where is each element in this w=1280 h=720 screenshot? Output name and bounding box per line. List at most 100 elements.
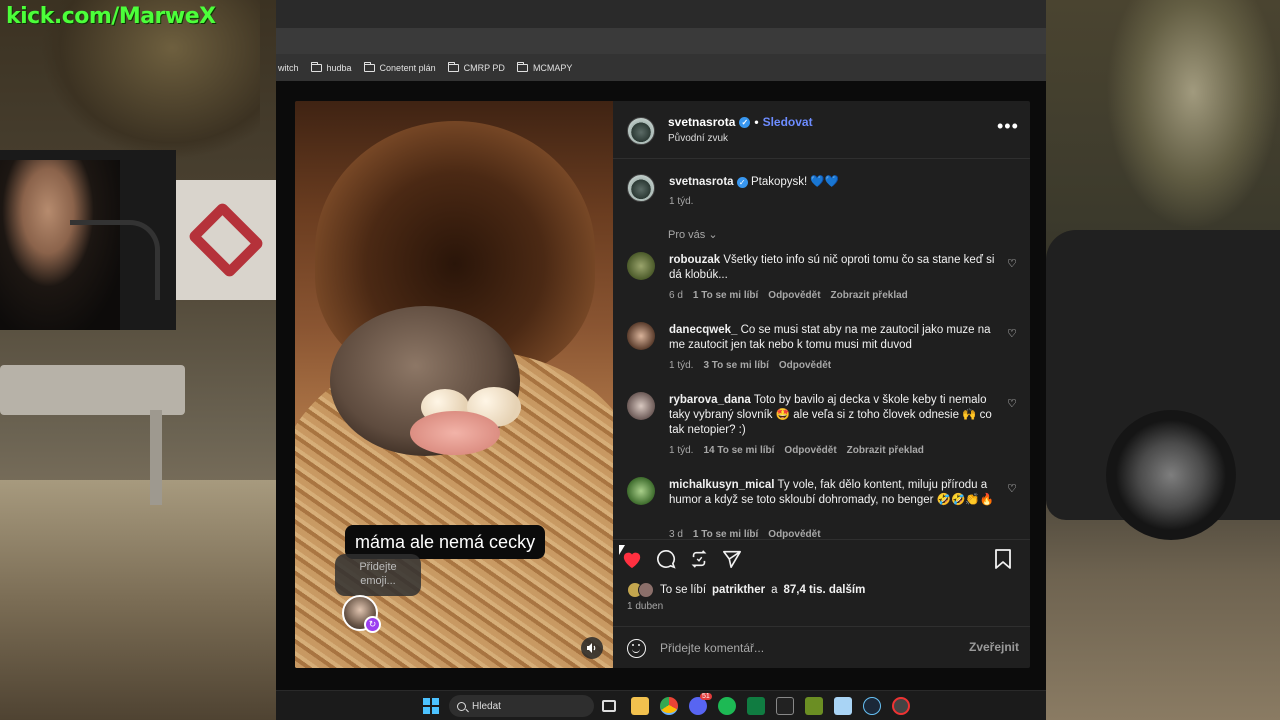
webcam-feed (0, 150, 176, 330)
comment-text: danecqwek_ Co se musi stat aby na me zau… (669, 323, 999, 353)
chrome-icon[interactable] (660, 697, 678, 715)
streamer-url: kick.com/MarweX (6, 4, 216, 29)
comment-likes[interactable]: 1 To se mi líbí (693, 290, 758, 301)
comment-filter-label: Pro vás (668, 229, 706, 241)
comment-likes[interactable]: 14 To se mi líbí (703, 445, 774, 456)
comment-time: 3 d (669, 529, 683, 539)
excel-icon[interactable] (747, 697, 765, 715)
comment-meta: 6 d 1 To se mi líbí Odpovědět Zobrazit p… (669, 290, 908, 301)
liker-avatars (627, 582, 654, 598)
comment-text: robouzak Všetky tieto info sú nič oproti… (669, 253, 999, 283)
task-view-icon[interactable] (602, 700, 616, 712)
ground (0, 480, 276, 720)
commenter-avatar[interactable] (627, 322, 655, 350)
comment-like-icon[interactable]: ♡ (1007, 399, 1017, 410)
bookmark-label: witch (278, 62, 299, 73)
comments-list[interactable]: svetnasrota ✓ Ptakopysk! 💙💙 1 týd. Pro v… (613, 159, 1030, 539)
bookmark-label: CMRP PD (463, 62, 505, 73)
caption-username[interactable]: svetnasrota (669, 176, 734, 188)
post-comment-button[interactable]: Zveřejnit (969, 640, 1019, 654)
bookmark-save-icon[interactable] (991, 547, 1015, 571)
comment-username[interactable]: rybarova_dana (669, 394, 751, 406)
post-date: 1 duben (627, 601, 664, 612)
tab-strip (276, 0, 1046, 28)
bookmark-label: Conetent plán (379, 62, 436, 73)
windows-start-icon[interactable] (423, 698, 439, 714)
app-icon[interactable] (805, 697, 823, 715)
audio-label[interactable]: Původní zvuk (668, 133, 728, 144)
reel-video[interactable]: máma ale nemá cecky Přidejte emoji... ↻ (295, 101, 613, 668)
file-explorer-icon[interactable] (631, 697, 649, 715)
bookmark-label: MCMAPY (532, 62, 573, 73)
likes-count[interactable]: 87,4 tis. dalším (783, 584, 865, 596)
share-icon[interactable] (720, 547, 744, 571)
windows-taskbar: Hledat 51 (276, 690, 1046, 720)
emoji-prompt[interactable]: Přidejte emoji... (335, 554, 421, 596)
folder-icon (310, 61, 322, 72)
bench (0, 365, 185, 415)
baby-platypus (410, 411, 500, 455)
comment-time: 1 týd. (669, 445, 694, 456)
likes-summary[interactable]: To se líbí patrikther a 87,4 tis. dalším (627, 582, 865, 598)
bookmark-witch[interactable]: witch (278, 63, 299, 73)
chevron-down-icon: ⌄ (708, 229, 718, 241)
comment-like-icon[interactable]: ♡ (1007, 259, 1017, 270)
commenter-avatar[interactable] (627, 392, 655, 420)
comment-meta: 3 d 1 To se mi líbí Odpovědět (669, 529, 821, 539)
comment-username[interactable]: danecqwek_ (669, 324, 737, 336)
app-icon[interactable] (892, 697, 910, 715)
verified-badge-icon: ✓ (736, 177, 748, 188)
reply-button[interactable]: Odpovědět (768, 290, 820, 301)
repost-icon[interactable] (687, 547, 711, 571)
post-caption: svetnasrota ✓ Ptakopysk! 💙💙 (669, 175, 999, 190)
comment-like-icon[interactable]: ♡ (1007, 329, 1017, 340)
bookmark-folder-hudba[interactable]: hudba (310, 61, 352, 73)
steam-icon[interactable] (863, 697, 881, 715)
comment-username[interactable]: michalkusyn_mical (669, 479, 774, 491)
divider (613, 539, 1030, 540)
comment-username[interactable]: robouzak (669, 254, 720, 266)
author-avatar[interactable] (627, 117, 655, 145)
comment-like-icon[interactable]: ♡ (1007, 484, 1017, 495)
comment-text: michalkusyn_mical Ty vole, fak dělo kont… (669, 478, 999, 508)
liker-username[interactable]: patrikther (712, 584, 765, 596)
verified-badge-icon: ✓ (739, 116, 751, 128)
folder-icon (447, 61, 459, 72)
separator-dot: • (754, 115, 759, 129)
comment-input[interactable] (660, 637, 940, 659)
comment-icon[interactable] (654, 547, 678, 571)
translate-button[interactable]: Zobrazit překlad (831, 290, 908, 301)
comment-likes[interactable]: 3 To se mi líbí (703, 360, 768, 371)
bookmarks-bar: witch hudba Conetent plán CMRP PD MCMAPY (276, 54, 1046, 81)
folder-icon (363, 61, 375, 72)
follow-button[interactable]: Sledovat (763, 115, 813, 129)
author-username[interactable]: svetnasrota (668, 115, 735, 129)
commenter-avatar[interactable] (627, 252, 655, 280)
bookmark-folder-content-plan[interactable]: Conetent plán (363, 61, 436, 73)
notepad-icon[interactable] (834, 697, 852, 715)
author-avatar[interactable] (627, 174, 655, 202)
more-options-icon[interactable]: ••• (997, 117, 1019, 135)
sound-toggle-icon[interactable] (581, 637, 603, 659)
stream-background-left (0, 0, 276, 720)
bookmark-folder-mcmapy[interactable]: MCMAPY (516, 61, 573, 73)
comment-meta: 1 týd. 3 To se mi líbí Odpovědět (669, 360, 831, 371)
remix-badge-icon: ↻ (364, 616, 381, 633)
comment-text: rybarova_dana Toto by bavilo aj decka v … (669, 393, 999, 438)
commenter-avatar[interactable] (627, 477, 655, 505)
app-icon[interactable] (776, 697, 794, 715)
comment-likes[interactable]: 1 To se mi líbí (693, 529, 758, 539)
emoji-picker-icon[interactable] (627, 639, 646, 658)
folder-icon (516, 61, 528, 72)
taskbar-search[interactable]: Hledat (449, 695, 594, 717)
translate-button[interactable]: Zobrazit překlad (847, 445, 924, 456)
spotify-icon[interactable] (718, 697, 736, 715)
car-wheel (1106, 410, 1236, 540)
post-header: svetnasrota ✓ • Sledovat (668, 115, 813, 129)
reply-button[interactable]: Odpovědět (768, 529, 820, 539)
mouse-cursor (619, 545, 625, 555)
bookmark-folder-cmrp-pd[interactable]: CMRP PD (447, 61, 505, 73)
comment-filter[interactable]: Pro vás ⌄ (668, 228, 718, 241)
reply-button[interactable]: Odpovědět (784, 445, 836, 456)
reply-button[interactable]: Odpovědět (779, 360, 831, 371)
